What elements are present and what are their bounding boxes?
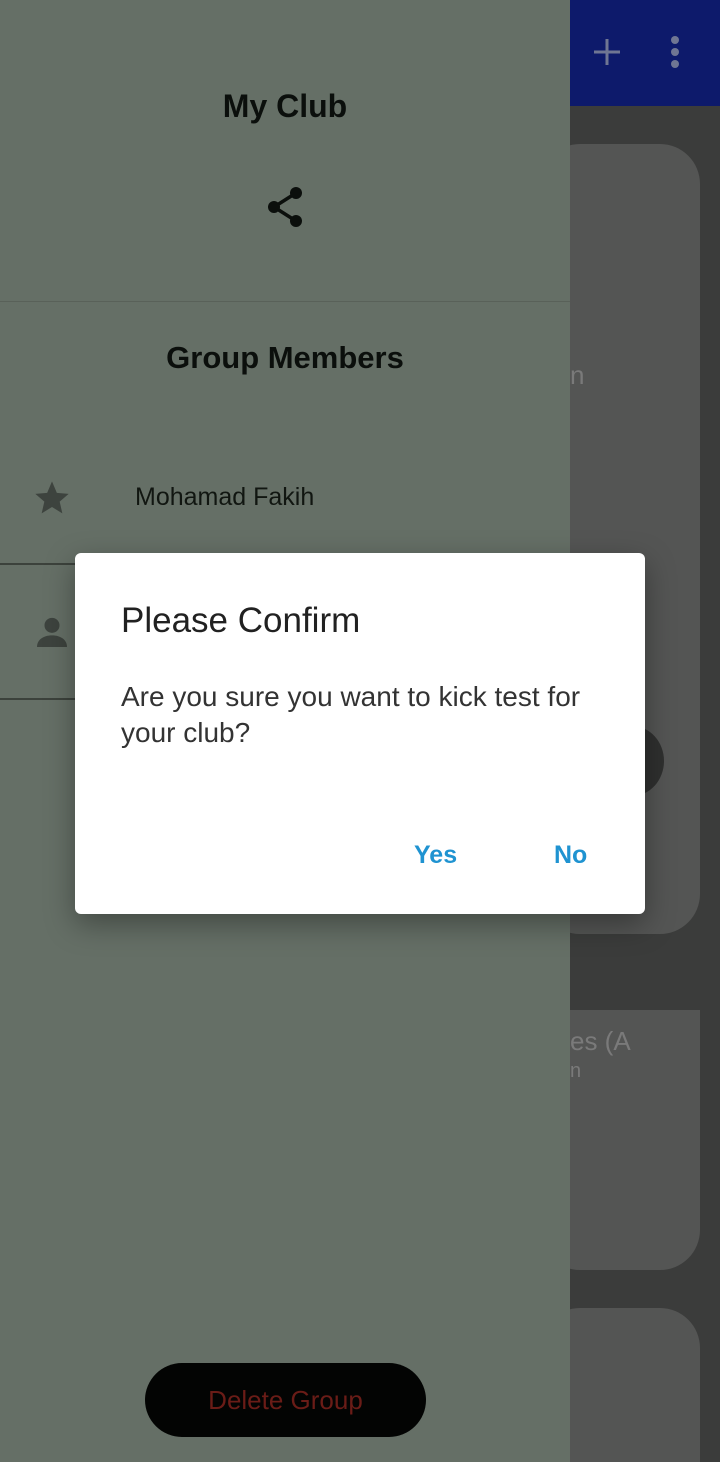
screen: n es (A n My Club Group Members Mohamad … xyxy=(0,0,720,1462)
plus-icon[interactable] xyxy=(583,28,631,76)
no-button[interactable]: No xyxy=(548,837,593,874)
drawer-divider xyxy=(0,301,570,302)
delete-group-button[interactable]: Delete Group xyxy=(145,1363,426,1437)
dialog-message: Are you sure you want to kick test for y… xyxy=(121,681,581,748)
members-heading: Group Members xyxy=(166,340,404,375)
background-text: n xyxy=(570,360,585,390)
background-text: es (A xyxy=(570,1026,631,1056)
dialog-title: Please Confirm xyxy=(121,601,361,640)
share-icon[interactable] xyxy=(264,185,306,229)
member-name: Mohamad Fakih xyxy=(135,483,315,511)
background-text: n xyxy=(570,1060,582,1082)
confirm-dialog: Please Confirm Are you sure you want to … xyxy=(75,553,645,914)
person-icon xyxy=(32,612,72,652)
more-vert-icon[interactable] xyxy=(651,28,699,76)
star-icon xyxy=(32,478,72,518)
member-row[interactable]: Mohamad Fakih xyxy=(0,440,570,564)
yes-button[interactable]: Yes xyxy=(408,837,463,874)
drawer-title: My Club xyxy=(222,88,348,124)
